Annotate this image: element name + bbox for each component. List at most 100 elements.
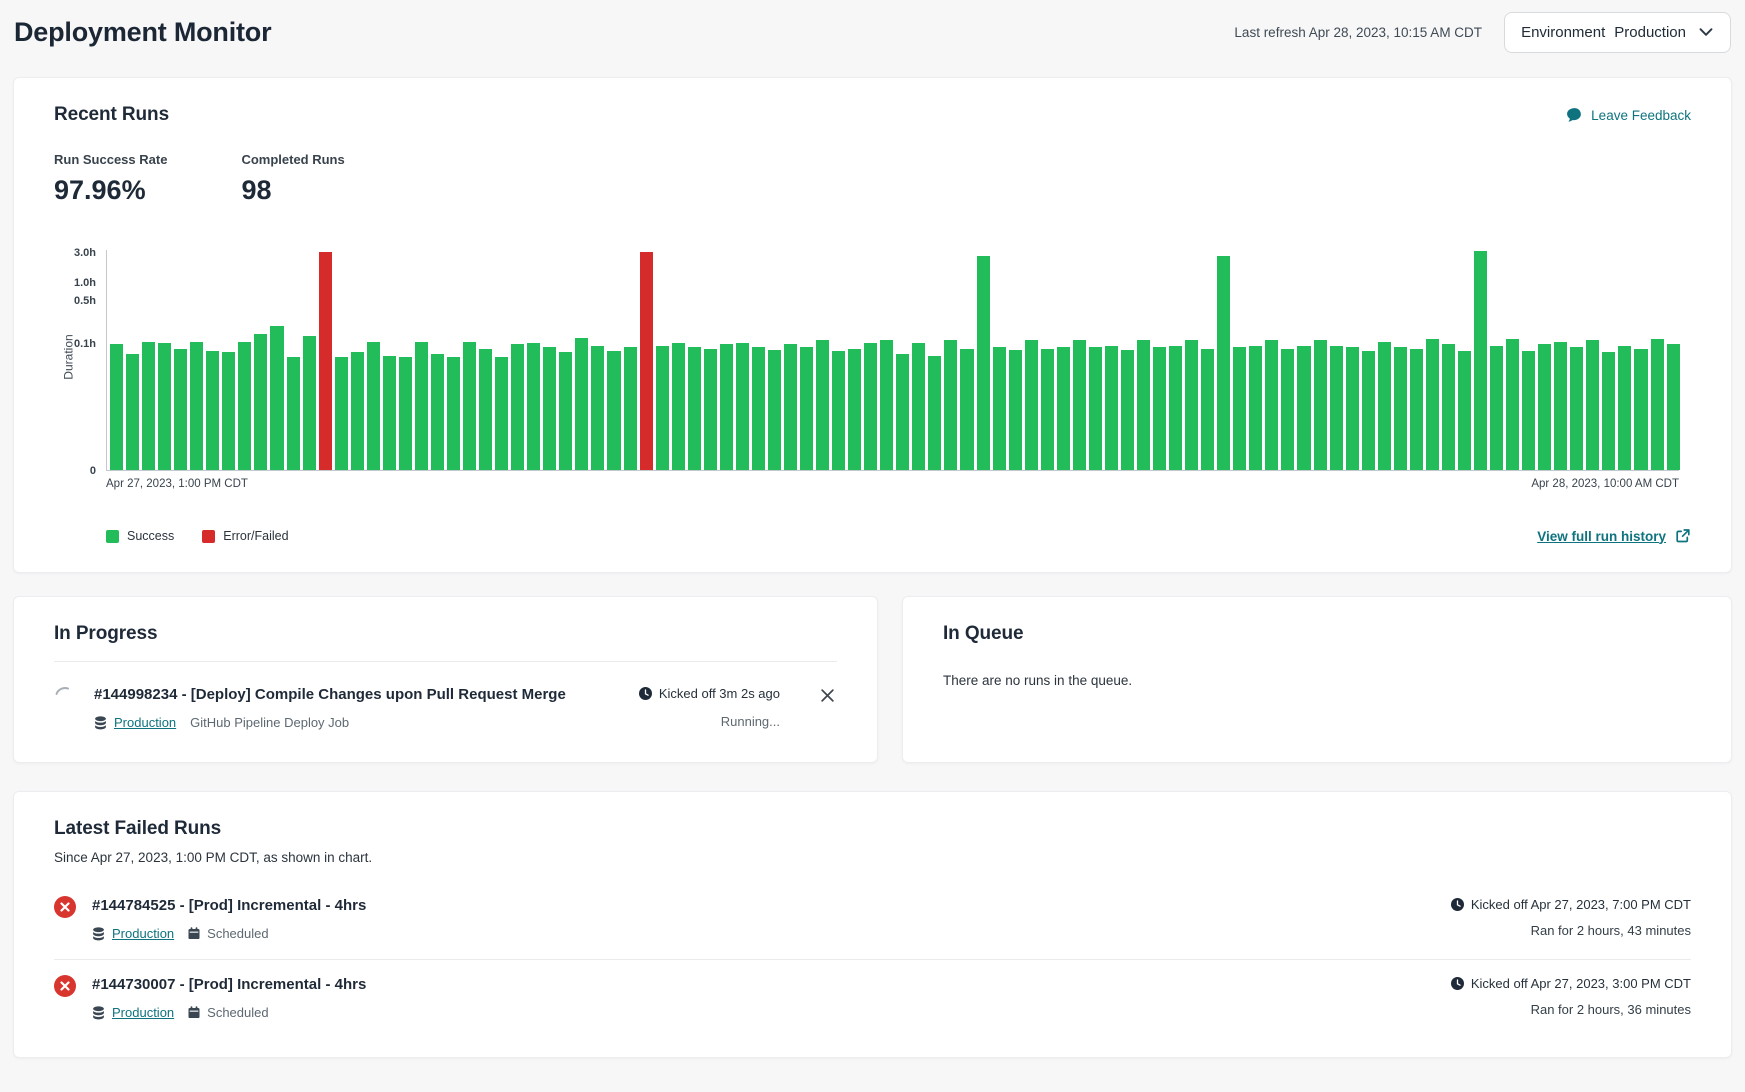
chart-bar-success[interactable] — [688, 347, 701, 470]
chart-bar-success[interactable] — [656, 346, 669, 470]
chart-bar-success[interactable] — [1410, 349, 1423, 470]
chart-bar-success[interactable] — [977, 256, 990, 470]
chart-bar-success[interactable] — [1105, 346, 1118, 470]
chart-bar-success[interactable] — [1169, 346, 1182, 470]
chart-bar-success[interactable] — [110, 344, 123, 470]
view-full-run-history-link[interactable]: View full run history — [1537, 528, 1691, 544]
chart-bar-success[interactable] — [1346, 347, 1359, 470]
chart-bar-success[interactable] — [1490, 346, 1503, 470]
chart-bar-success[interactable] — [222, 352, 235, 470]
chart-bar-success[interactable] — [880, 340, 893, 470]
chart-bar-success[interactable] — [1618, 346, 1631, 470]
chart-bar-error[interactable] — [319, 252, 332, 470]
environment-link[interactable]: Production — [112, 926, 174, 941]
chart-bar-success[interactable] — [912, 343, 925, 470]
chart-bar-success[interactable] — [190, 342, 203, 470]
chart-bar-success[interactable] — [736, 343, 749, 470]
chart-bar-success[interactable] — [238, 342, 251, 470]
chart-bar-success[interactable] — [463, 342, 476, 470]
chart-bar-success[interactable] — [624, 347, 637, 470]
chart-bar-success[interactable] — [1506, 339, 1519, 470]
chart-bar-success[interactable] — [1281, 349, 1294, 470]
chart-bar-success[interactable] — [848, 349, 861, 470]
chart-bar-success[interactable] — [1651, 339, 1664, 470]
chart-bar-success[interactable] — [1378, 342, 1391, 470]
chart-bar-success[interactable] — [1554, 342, 1567, 470]
chart-bar-success[interactable] — [1634, 349, 1647, 470]
chart-bar-success[interactable] — [543, 347, 556, 470]
chart-bar-success[interactable] — [158, 343, 171, 470]
chart-bar-success[interactable] — [1073, 340, 1086, 470]
chart-bar-success[interactable] — [1201, 349, 1214, 470]
chart-bar-success[interactable] — [896, 354, 909, 470]
chart-bar-success[interactable] — [720, 344, 733, 470]
chart-bar-success[interactable] — [1394, 347, 1407, 470]
chart-bar-success[interactable] — [142, 342, 155, 470]
chart-bar-success[interactable] — [1089, 347, 1102, 470]
chart-bar-success[interactable] — [1025, 340, 1038, 470]
chart-bar-success[interactable] — [174, 349, 187, 470]
chart-bar-success[interactable] — [1667, 344, 1680, 470]
chart-bar-success[interactable] — [864, 343, 877, 470]
chart-bar-success[interactable] — [1426, 339, 1439, 470]
chart-bar-success[interactable] — [784, 344, 797, 470]
chart-bar-success[interactable] — [1265, 340, 1278, 470]
chart-bar-success[interactable] — [431, 354, 444, 470]
chart-bar-success[interactable] — [1570, 347, 1583, 470]
chart-bar-success[interactable] — [768, 350, 781, 470]
chart-bar-success[interactable] — [527, 343, 540, 470]
chart-bar-success[interactable] — [1009, 350, 1022, 470]
leave-feedback-link[interactable]: Leave Feedback — [1566, 107, 1691, 124]
chart-bar-success[interactable] — [672, 343, 685, 470]
chart-bar-success[interactable] — [1041, 349, 1054, 470]
chart-bar-success[interactable] — [1474, 251, 1487, 470]
chart-bar-success[interactable] — [1057, 347, 1070, 470]
chart-bar-success[interactable] — [800, 347, 813, 470]
chart-bar-success[interactable] — [206, 351, 219, 470]
chart-bar-success[interactable] — [335, 357, 348, 470]
chart-bar-success[interactable] — [254, 334, 267, 470]
chart-bar-success[interactable] — [1538, 344, 1551, 470]
environment-link[interactable]: Production — [112, 1005, 174, 1020]
chart-bar-success[interactable] — [287, 357, 300, 470]
chart-bar-success[interactable] — [1522, 351, 1535, 470]
chart-bar-success[interactable] — [1185, 340, 1198, 470]
chart-bar-success[interactable] — [1233, 347, 1246, 470]
chart-bar-success[interactable] — [1586, 340, 1599, 470]
chart-bar-success[interactable] — [1602, 352, 1615, 470]
chart-bar-success[interactable] — [928, 356, 941, 470]
chart-bar-success[interactable] — [960, 349, 973, 470]
chart-bar-success[interactable] — [559, 352, 572, 470]
environment-dropdown[interactable]: Environment Production — [1504, 12, 1731, 53]
chart-bar-success[interactable] — [367, 342, 380, 470]
chart-bar-success[interactable] — [704, 349, 717, 470]
chart-bar-success[interactable] — [993, 347, 1006, 470]
chart-bar-success[interactable] — [447, 357, 460, 470]
chart-bar-success[interactable] — [1137, 340, 1150, 470]
chart-bar-success[interactable] — [495, 357, 508, 470]
chart-bar-success[interactable] — [1330, 346, 1343, 470]
chart-bar-success[interactable] — [511, 344, 524, 470]
chart-bar-error[interactable] — [640, 252, 653, 470]
chart-bar-success[interactable] — [383, 356, 396, 470]
chart-bar-success[interactable] — [1458, 351, 1471, 470]
chart-bar-success[interactable] — [944, 340, 957, 470]
close-icon[interactable] — [818, 686, 837, 705]
chart-bar-success[interactable] — [591, 346, 604, 470]
chart-bar-success[interactable] — [1442, 344, 1455, 470]
chart-bar-success[interactable] — [1217, 256, 1230, 470]
chart-bar-success[interactable] — [126, 354, 139, 470]
chart-bar-success[interactable] — [415, 342, 428, 470]
chart-bar-success[interactable] — [1314, 340, 1327, 470]
chart-bar-success[interactable] — [1297, 346, 1310, 470]
chart-bar-success[interactable] — [399, 357, 412, 470]
chart-bar-success[interactable] — [1121, 350, 1134, 470]
chart-bar-success[interactable] — [816, 340, 829, 470]
chart-bar-success[interactable] — [479, 349, 492, 470]
chart-bar-success[interactable] — [351, 352, 364, 470]
environment-link[interactable]: Production — [114, 715, 176, 730]
chart-bar-success[interactable] — [1249, 346, 1262, 470]
chart-bar-success[interactable] — [303, 336, 316, 470]
chart-bar-success[interactable] — [607, 351, 620, 470]
chart-bar-success[interactable] — [270, 326, 283, 470]
